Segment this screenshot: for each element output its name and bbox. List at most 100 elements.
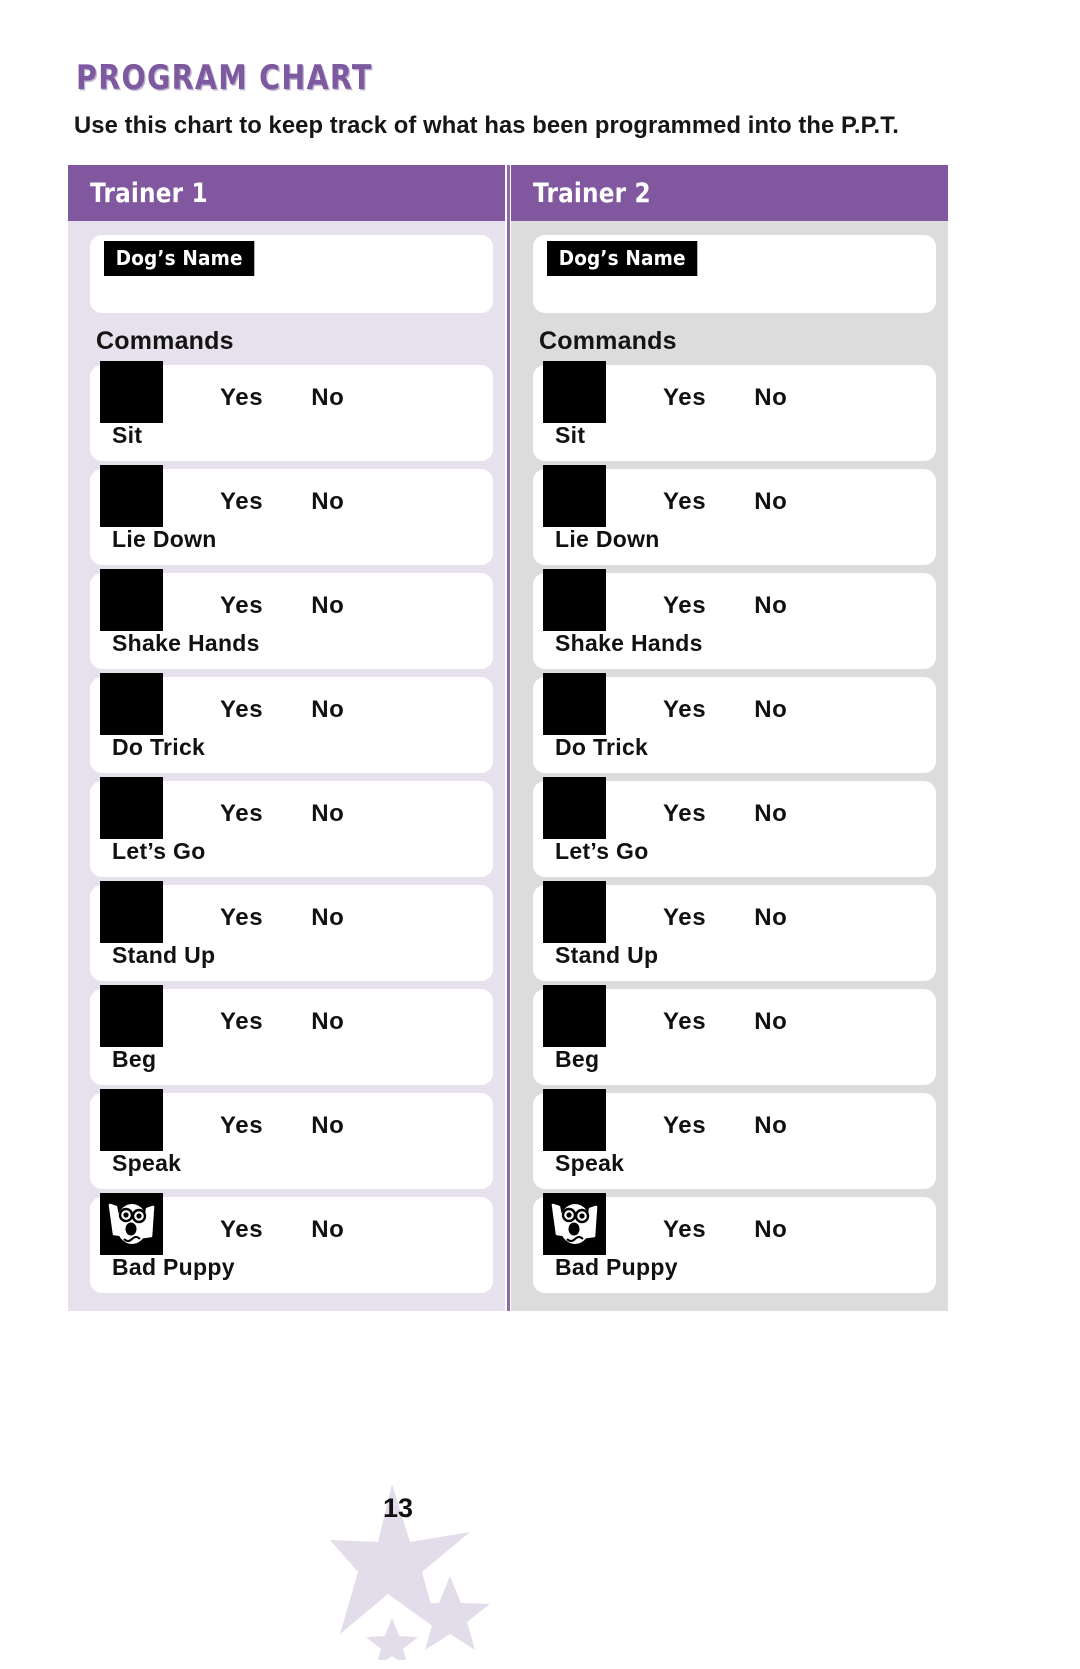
yes-option[interactable]: Yes	[663, 1112, 706, 1140]
no-option[interactable]: No	[754, 1112, 787, 1140]
command-row[interactable]: Yes No Speak	[533, 1089, 936, 1189]
black-swatch-icon	[543, 881, 606, 943]
command-row[interactable]: Yes No Shake Hands	[533, 569, 936, 669]
yes-option[interactable]: Yes	[663, 1216, 706, 1244]
yes-option[interactable]: Yes	[663, 384, 706, 412]
star-small	[366, 1618, 418, 1660]
yes-option[interactable]: Yes	[220, 592, 263, 620]
black-swatch-icon	[100, 777, 163, 839]
column-body-trainer-2: Dog’s Name Commands Yes No Sit Yes No Lie Dow…	[511, 221, 948, 1311]
page-subtitle: Use this chart to keep track of what has…	[74, 112, 899, 139]
no-option[interactable]: No	[311, 696, 344, 724]
yes-no-group: Yes No	[220, 592, 344, 620]
yes-option[interactable]: Yes	[220, 800, 263, 828]
dog-face-icon	[100, 1193, 163, 1255]
commands-heading: Commands	[96, 327, 234, 355]
yes-no-group: Yes No	[663, 1008, 787, 1036]
page-title: PROGRAM CHART	[76, 58, 373, 98]
no-option[interactable]: No	[311, 488, 344, 516]
command-row[interactable]: Yes No Let’s Go	[90, 777, 493, 877]
command-row[interactable]: Yes No Beg	[533, 985, 936, 1085]
page-number: 13	[382, 1493, 414, 1523]
no-option[interactable]: No	[311, 1112, 344, 1140]
no-option[interactable]: No	[754, 904, 787, 932]
dogs-name-card-2[interactable]: Dog’s Name	[533, 235, 936, 313]
yes-option[interactable]: Yes	[220, 904, 263, 932]
black-swatch-icon	[100, 881, 163, 943]
black-swatch-icon	[543, 1089, 606, 1151]
yes-option[interactable]: Yes	[220, 1112, 263, 1140]
no-option[interactable]: No	[311, 592, 344, 620]
command-row[interactable]: Yes No Beg	[90, 985, 493, 1085]
column-divider	[505, 165, 511, 1311]
yes-no-group: Yes No	[663, 800, 787, 828]
yes-no-group: Yes No	[220, 904, 344, 932]
no-option[interactable]: No	[311, 1008, 344, 1036]
yes-option[interactable]: Yes	[663, 800, 706, 828]
command-name: Speak	[112, 1150, 182, 1176]
no-option[interactable]: No	[754, 1216, 787, 1244]
command-row[interactable]: Yes No Stand Up	[90, 881, 493, 981]
command-row[interactable]: Yes No Shake Hands	[90, 569, 493, 669]
command-row[interactable]: Yes No Stand Up	[533, 881, 936, 981]
column-title: Trainer 2	[533, 177, 651, 209]
yes-no-group: Yes No	[663, 696, 787, 724]
black-swatch-icon	[543, 361, 606, 423]
command-name: Shake Hands	[112, 630, 260, 656]
command-row[interactable]: Yes No Let’s Go	[533, 777, 936, 877]
no-option[interactable]: No	[311, 800, 344, 828]
no-option[interactable]: No	[311, 904, 344, 932]
no-option[interactable]: No	[754, 1008, 787, 1036]
command-row[interactable]: Yes No Lie Down	[90, 465, 493, 565]
command-row[interactable]: Yes No Bad Puppy	[90, 1193, 493, 1293]
column-header-trainer-1: Trainer 1	[68, 165, 505, 221]
command-row[interactable]: Yes No Bad Puppy	[533, 1193, 936, 1293]
page-footer	[0, 1480, 1080, 1669]
command-row[interactable]: Yes No Speak	[90, 1089, 493, 1189]
black-swatch-icon	[100, 465, 163, 527]
command-name: Shake Hands	[555, 630, 703, 656]
yes-option[interactable]: Yes	[220, 696, 263, 724]
yes-option[interactable]: Yes	[220, 1216, 263, 1244]
command-row[interactable]: Yes No Do Trick	[533, 673, 936, 773]
command-row[interactable]: Yes No Sit	[90, 361, 493, 461]
trainer-column-1: Trainer 1 Dog’s Name Commands Yes No Sit Ye…	[68, 165, 505, 1311]
yes-option[interactable]: Yes	[663, 696, 706, 724]
dogs-name-card-1[interactable]: Dog’s Name	[90, 235, 493, 313]
no-option[interactable]: No	[754, 696, 787, 724]
yes-option[interactable]: Yes	[663, 488, 706, 516]
no-option[interactable]: No	[754, 592, 787, 620]
command-name: Beg	[112, 1046, 157, 1072]
command-row[interactable]: Yes No Sit	[533, 361, 936, 461]
yes-no-group: Yes No	[663, 1216, 787, 1244]
no-option[interactable]: No	[754, 384, 787, 412]
no-option[interactable]: No	[754, 800, 787, 828]
yes-no-group: Yes No	[220, 1112, 344, 1140]
command-name: Beg	[555, 1046, 600, 1072]
yes-option[interactable]: Yes	[663, 592, 706, 620]
command-row[interactable]: Yes No Do Trick	[90, 673, 493, 773]
black-swatch-icon	[100, 361, 163, 423]
no-option[interactable]: No	[311, 384, 344, 412]
command-name: Do Trick	[112, 734, 206, 760]
no-option[interactable]: No	[754, 488, 787, 516]
yes-option[interactable]: Yes	[220, 384, 263, 412]
command-name: Bad Puppy	[555, 1254, 678, 1280]
black-swatch-icon	[543, 673, 606, 735]
no-option[interactable]: No	[311, 1216, 344, 1244]
command-name: Speak	[555, 1150, 625, 1176]
command-name: Stand Up	[112, 942, 216, 968]
yes-option[interactable]: Yes	[663, 904, 706, 932]
yes-option[interactable]: Yes	[663, 1008, 706, 1036]
black-swatch-icon	[100, 569, 163, 631]
black-swatch-icon	[100, 1089, 163, 1151]
yes-option[interactable]: Yes	[220, 488, 263, 516]
yes-no-group: Yes No	[220, 488, 344, 516]
command-row[interactable]: Yes No Lie Down	[533, 465, 936, 565]
column-header-trainer-2: Trainer 2	[511, 165, 948, 221]
yes-option[interactable]: Yes	[220, 1008, 263, 1036]
black-swatch-icon	[100, 673, 163, 735]
yes-no-group: Yes No	[220, 1008, 344, 1036]
command-name: Sit	[555, 422, 586, 448]
black-swatch-icon	[100, 985, 163, 1047]
